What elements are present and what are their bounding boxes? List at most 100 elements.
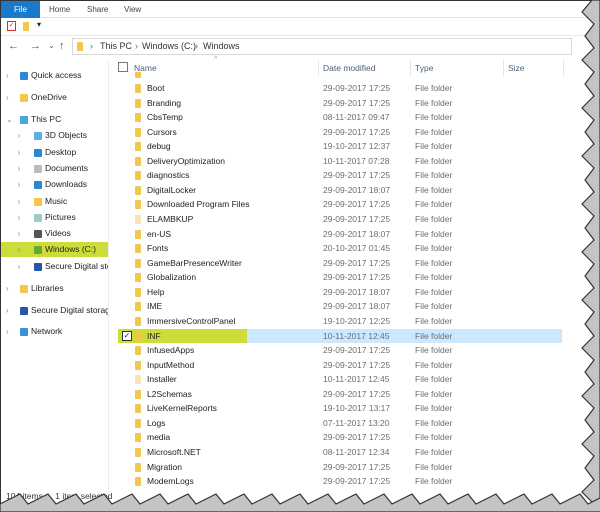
sidebar-item-windows-c[interactable]: › Windows (C:) xyxy=(1,242,108,257)
sidebar-item-videos[interactable]: › Videos xyxy=(1,226,108,241)
select-all-checkbox[interactable] xyxy=(118,62,128,72)
file-row[interactable]: Fonts 20-10-2017 01:45 File folder xyxy=(118,241,562,255)
folder-icon xyxy=(135,346,141,356)
file-row[interactable]: InputMethod 29-09-2017 17:25 File folder xyxy=(118,358,562,372)
forward-icon[interactable]: → xyxy=(30,38,41,54)
file-row[interactable]: Microsoft.NET 08-11-2017 12:34 File folder xyxy=(118,445,562,459)
sidebar-item-quick-access[interactable]: › Quick access xyxy=(1,68,108,83)
torn-edge-bottom xyxy=(0,493,600,512)
recent-dropdown-icon[interactable]: ⌄ xyxy=(48,38,55,54)
file-row[interactable]: ✓ INF 10-11-2017 12:45 File folder xyxy=(118,328,562,343)
file-row[interactable]: diagnostics 29-09-2017 17:25 File folder xyxy=(118,168,562,182)
chevron-right-icon[interactable]: › xyxy=(18,259,21,274)
sidebar-item-3d-objects[interactable]: › 3D Objects xyxy=(1,128,108,143)
file-type: File folder xyxy=(415,83,453,93)
sidebar-item-label: OneDrive xyxy=(31,92,67,102)
back-icon[interactable]: ← xyxy=(8,38,19,54)
file-row[interactable]: Globalization 29-09-2017 17:25 File folder xyxy=(118,270,562,284)
file-row[interactable]: Installer 10-11-2017 12:45 File folder xyxy=(118,372,562,386)
file-name: Help xyxy=(147,286,165,297)
file-row[interactable]: DigitalLocker 29-09-2017 18:07 File folder xyxy=(118,183,562,197)
tab-view[interactable]: View xyxy=(118,1,147,18)
sidebar-item-secure-digital-storage[interactable]: › Secure Digital storage xyxy=(1,303,108,318)
file-row[interactable]: LiveKernelReports 19-10-2017 13:17 File fo… xyxy=(118,401,562,415)
address-bar[interactable]: › This PC › Windows (C:) › Windows xyxy=(72,38,572,55)
file-row[interactable]: DeliveryOptimization 10-11-2017 07:28 File… xyxy=(118,154,562,168)
file-name: media xyxy=(147,432,171,443)
file-row[interactable]: Migration 29-09-2017 17:25 File folder xyxy=(118,460,562,474)
file-row[interactable]: IME 29-09-2017 18:07 File folder xyxy=(118,299,562,313)
file-row[interactable]: Downloaded Program Files 29-09-2017 17:25… xyxy=(118,197,562,211)
file-type: File folder xyxy=(415,359,453,370)
sidebar-item-label: Network xyxy=(31,326,63,336)
chevron-right-icon[interactable]: › xyxy=(18,128,21,143)
sidebar-item-label: Secure Digital storage xyxy=(31,305,108,315)
chevron-down-icon[interactable]: ⌄ xyxy=(6,112,13,127)
chevron-right-icon[interactable]: › xyxy=(18,161,21,176)
folder-icon xyxy=(135,127,141,137)
file-type: File folder xyxy=(415,257,453,268)
file-row[interactable]: Help 29-09-2017 18:07 File folder xyxy=(118,285,562,299)
file-row[interactable]: CbsTemp 08-11-2017 09:47 File folder xyxy=(118,110,562,124)
file-name: en-US xyxy=(147,228,172,239)
chevron-right-icon[interactable]: › xyxy=(6,68,9,83)
folder-icon xyxy=(135,331,141,341)
chevron-right-icon[interactable]: › xyxy=(18,226,21,241)
tab-file[interactable]: File xyxy=(1,1,40,18)
file-date: 08-11-2017 12:34 xyxy=(323,447,390,457)
breadcrumb-windows[interactable]: Windows xyxy=(203,39,240,54)
file-row[interactable]: Boot 29-09-2017 17:25 File folder xyxy=(118,81,562,95)
sidebar-item-label: Downloads xyxy=(45,179,88,189)
column-divider[interactable] xyxy=(563,60,564,76)
folder-icon xyxy=(135,171,141,181)
chevron-right-icon[interactable]: › xyxy=(6,303,9,318)
sidebar-item-this-pc[interactable]: ⌄ This PC xyxy=(1,112,108,127)
breadcrumb-separator: › xyxy=(195,41,198,51)
folder-icon xyxy=(135,316,141,326)
chevron-right-icon[interactable]: › xyxy=(18,210,21,225)
file-row[interactable]: ModemLogs 29-09-2017 17:25 File folder xyxy=(118,474,562,488)
file-row[interactable]: Branding 29-09-2017 17:25 File folder xyxy=(118,96,562,110)
chevron-right-icon[interactable]: › xyxy=(18,177,21,192)
file-row[interactable]: media 29-09-2017 17:25 File folder xyxy=(118,430,562,444)
chevron-right-icon[interactable]: › xyxy=(18,145,21,160)
breadcrumb-this-pc[interactable]: This PC xyxy=(100,39,132,54)
file-date: 10-11-2017 07:28 xyxy=(323,155,390,166)
properties-icon[interactable]: ✓ xyxy=(7,21,16,31)
sd-storage-icon xyxy=(20,307,28,315)
file-row[interactable]: debug 19-10-2017 12:37 File folder xyxy=(118,139,562,153)
sidebar-item-network[interactable]: › Network xyxy=(1,324,108,339)
chevron-right-icon[interactable]: › xyxy=(18,194,21,209)
sidebar-item-libraries[interactable]: › Libraries xyxy=(1,281,108,296)
file-row[interactable]: GameBarPresenceWriter 29-09-2017 17:25 Fil… xyxy=(118,256,562,270)
chevron-right-icon[interactable]: › xyxy=(6,281,9,296)
breadcrumb-windows-c[interactable]: Windows (C:) xyxy=(142,39,196,54)
new-folder-icon[interactable] xyxy=(23,22,29,31)
file-row[interactable]: InfusedApps 29-09-2017 17:25 File folder xyxy=(118,343,562,357)
folder-icon xyxy=(135,98,141,108)
sidebar-item-secure-digital-storage[interactable]: › Secure Digital storage xyxy=(1,259,108,274)
chevron-right-icon[interactable]: › xyxy=(18,242,21,257)
up-icon[interactable]: ↑ xyxy=(59,38,65,54)
sidebar-item-pictures[interactable]: › Pictures xyxy=(1,210,108,225)
file-row[interactable]: Cursors 29-09-2017 17:25 File folder xyxy=(118,125,562,139)
partial-row[interactable] xyxy=(118,72,562,79)
tab-home[interactable]: Home xyxy=(43,1,76,18)
file-type: File folder xyxy=(415,403,453,414)
file-row[interactable]: Logs 07-11-2017 13:20 File folder xyxy=(118,416,562,430)
file-row[interactable]: L2Schemas 29-09-2017 17:25 File folder xyxy=(118,387,562,401)
chevron-right-icon[interactable]: › xyxy=(6,90,9,105)
file-row[interactable]: en-US 29-09-2017 18:07 File folder xyxy=(118,227,562,241)
row-checkbox[interactable]: ✓ xyxy=(122,330,132,341)
sidebar-item-music[interactable]: › Music xyxy=(1,194,108,209)
file-type: File folder xyxy=(415,286,453,297)
chevron-right-icon[interactable]: › xyxy=(6,324,9,339)
sidebar-item-desktop[interactable]: › Desktop xyxy=(1,145,108,160)
file-row[interactable]: ImmersiveControlPanel 19-10-2017 12:25 Fil… xyxy=(118,314,562,328)
sidebar-item-onedrive[interactable]: › OneDrive xyxy=(1,90,108,105)
sidebar-item-documents[interactable]: › Documents xyxy=(1,161,108,176)
sidebar-item-downloads[interactable]: › Downloads xyxy=(1,177,108,192)
file-row[interactable]: ELAMBKUP 29-09-2017 17:25 File folder xyxy=(118,212,562,226)
tab-share[interactable]: Share xyxy=(81,1,114,18)
customize-dropdown-icon[interactable]: ▾ xyxy=(37,20,41,29)
